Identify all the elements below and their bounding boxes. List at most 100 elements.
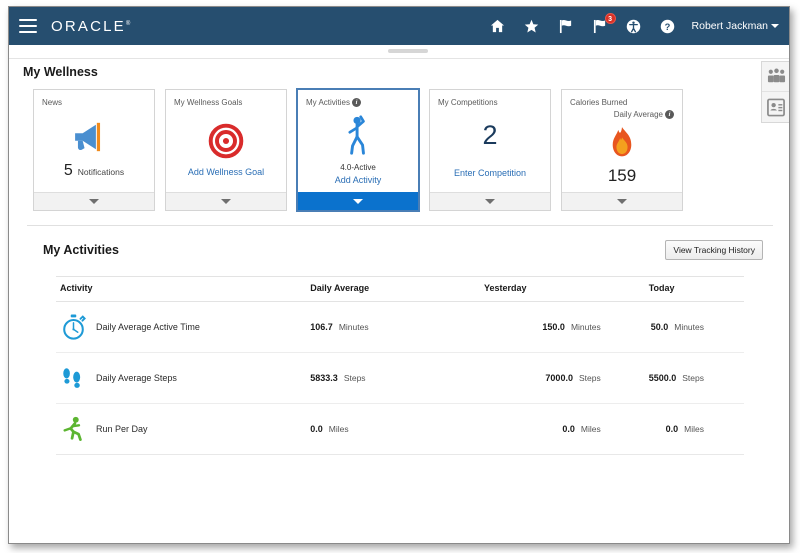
activities-table-head: Activity Daily Average Yesterday Today [56,276,744,302]
svg-text:?: ? [665,21,671,31]
hamburger-icon[interactable] [19,19,37,33]
my-activities-panel: My Activities View Tracking History Acti… [27,225,773,455]
card-calories-burned-subtitle-text: Daily Average [613,110,663,119]
column-header-daily-average: Daily Average [306,276,480,302]
card-calories-burned-subtitle: Daily Average i [562,108,682,120]
today-cell: 50.0 Minutes [644,301,744,353]
news-count: 5 [63,162,73,179]
daily-average-value: 0.0 [310,424,323,434]
springboard-cards: News 5 Notifications My Wellness Goals A… [9,79,789,211]
today-value: 50.0 [650,322,669,332]
runner-icon [60,416,86,442]
target-bullseye-icon [208,123,244,164]
info-icon[interactable]: i [665,110,674,120]
oracle-logo: ORACLE® [51,18,130,35]
card-wellness-goals[interactable]: My Wellness Goals Add Wellness Goal [165,89,287,211]
contact-card-icon[interactable] [762,92,789,122]
side-dock [761,61,789,123]
trademark-mark: ® [125,20,131,27]
chevron-down-icon [617,199,627,204]
card-calories-burned[interactable]: Calories Burned Daily Average i 159 [561,89,683,211]
activities-table: Activity Daily Average Yesterday Today D… [56,276,744,455]
page-content: My Wellness News 5 Notifications My Well… [9,45,789,543]
activities-table-header-row: Activity Daily Average Yesterday Today [56,276,744,302]
card-news[interactable]: News 5 Notifications [33,89,155,211]
yesterday-cell: 150.0 Minutes [479,301,645,353]
enter-competition-link[interactable]: Enter Competition [454,168,526,178]
activity-level: 4.0-Active [340,163,376,172]
yesterday-value: 150.0 [542,322,565,332]
today-value: 5500.0 [648,373,677,383]
add-activity-link[interactable]: Add Activity [335,175,382,185]
activity-name: Daily Average Steps [96,373,177,383]
card-wellness-goals-title: My Wellness Goals [174,98,243,107]
card-my-activities-expand[interactable] [298,192,418,210]
global-header: ORACLE® 3 ? Robert Jackman [9,7,789,45]
user-menu[interactable]: Robert Jackman [692,20,779,32]
yesterday-cell: 0.0 Miles [479,403,645,455]
table-row: Daily Average Active Time 106.7 Minutes [56,301,744,353]
favorites-star-icon[interactable] [522,16,542,36]
news-count-label: Notifications [77,167,125,177]
column-header-today: Today [644,276,744,302]
card-news-body: 5 Notifications [34,108,154,192]
chevron-down-icon [485,199,495,204]
today-value: 0.0 [665,424,679,434]
today-unit: Steps [682,373,704,383]
card-my-competitions-body: 2 Enter Competition [430,108,550,192]
page-title: My Wellness [23,65,98,79]
card-my-activities-title: My Activities i [298,90,418,108]
flag-icon[interactable] [556,16,576,36]
add-wellness-goal-link[interactable]: Add Wellness Goal [188,167,264,177]
card-my-activities[interactable]: My Activities i 4.0-Active Add Activity [297,89,419,211]
yesterday-unit: Steps [578,373,601,383]
activity-cell: Run Per Day [56,403,307,455]
yesterday-value: 7000.0 [545,373,573,383]
card-wellness-goals-expand[interactable] [166,192,286,210]
yesterday-value: 0.0 [562,424,575,434]
brand-text: ORACLE [51,17,126,35]
card-news-title: News [42,98,63,107]
daily-average-value: 5833.3 [310,373,338,383]
my-activities-panel-header: My Activities View Tracking History [27,236,773,260]
table-row: Daily Average Steps 5833.3 Steps 7000.0 [56,352,744,404]
card-my-competitions[interactable]: My Competitions 2 Enter Competition [429,89,551,211]
help-icon[interactable]: ? [658,16,678,36]
yesterday-unit: Minutes [570,322,601,332]
view-tracking-history-button[interactable]: View Tracking History [665,240,763,260]
daily-average-cell: 0.0 Miles [306,403,480,455]
card-news-expand[interactable] [34,192,154,210]
yesterday-unit: Miles [580,424,601,434]
accessibility-icon[interactable] [624,16,644,36]
daily-average-unit: Minutes [338,322,369,332]
stopwatch-icon [60,314,86,340]
yesterday-cell: 7000.0 Steps [479,352,645,404]
notifications-flag-icon[interactable]: 3 [590,13,616,36]
header-actions: 3 ? Robert Jackman [488,13,789,36]
chevron-down-icon [89,199,99,204]
people-group-icon[interactable] [762,62,789,92]
activity-cell: Daily Average Steps [56,352,307,404]
daily-average-unit: Miles [328,424,349,434]
my-activities-panel-title: My Activities [43,243,119,257]
home-icon[interactable] [488,16,508,36]
card-calories-burned-title: Calories Burned [570,98,628,107]
column-header-activity: Activity [56,276,307,302]
daily-average-cell: 106.7 Minutes [306,301,480,353]
application-window: ORACLE® 3 ? Robert Jackman My Wellness N… [8,6,790,544]
activity-name: Run Per Day [96,424,148,434]
activity-cell: Daily Average Active Time [56,301,307,353]
today-unit: Minutes [674,322,704,332]
daily-average-cell: 5833.3 Steps [306,352,480,404]
chevron-down-icon [771,24,779,29]
competition-count: 2 [482,120,498,150]
drag-handle[interactable] [388,49,428,53]
news-count-row: 5 Notifications [64,162,124,180]
calories-value: 159 [607,166,637,185]
info-icon[interactable]: i [352,98,362,108]
card-my-activities-body: 4.0-Active Add Activity [298,108,418,192]
card-calories-burned-expand[interactable] [562,192,682,210]
card-my-competitions-expand[interactable] [430,192,550,210]
panel-drag-strip [9,45,789,59]
column-header-yesterday: Yesterday [479,276,645,302]
